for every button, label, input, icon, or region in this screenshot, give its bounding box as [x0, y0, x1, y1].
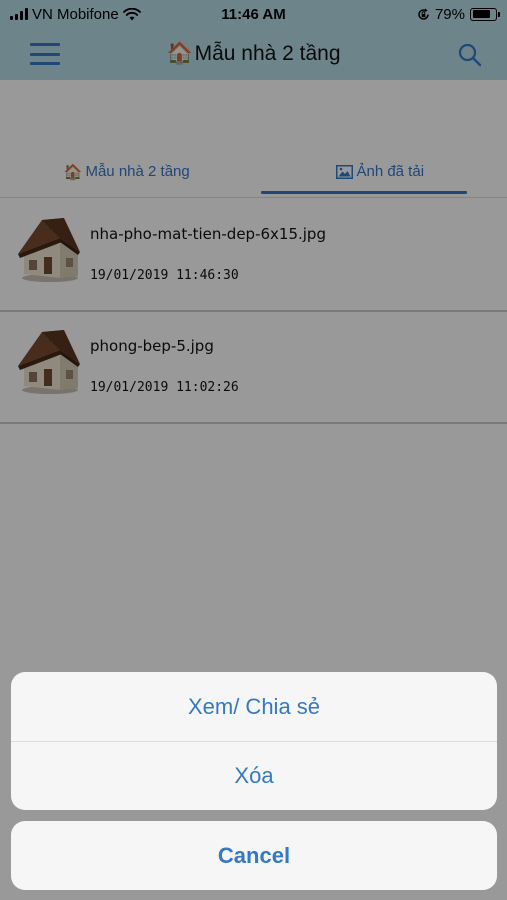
action-sheet: Xem/ Chia sẻ Xóa	[11, 672, 497, 810]
view-share-button[interactable]: Xem/ Chia sẻ	[11, 672, 497, 741]
delete-button[interactable]: Xóa	[11, 741, 497, 810]
action-sheet-cancel-group: Cancel	[11, 821, 497, 890]
cancel-button[interactable]: Cancel	[11, 821, 497, 890]
